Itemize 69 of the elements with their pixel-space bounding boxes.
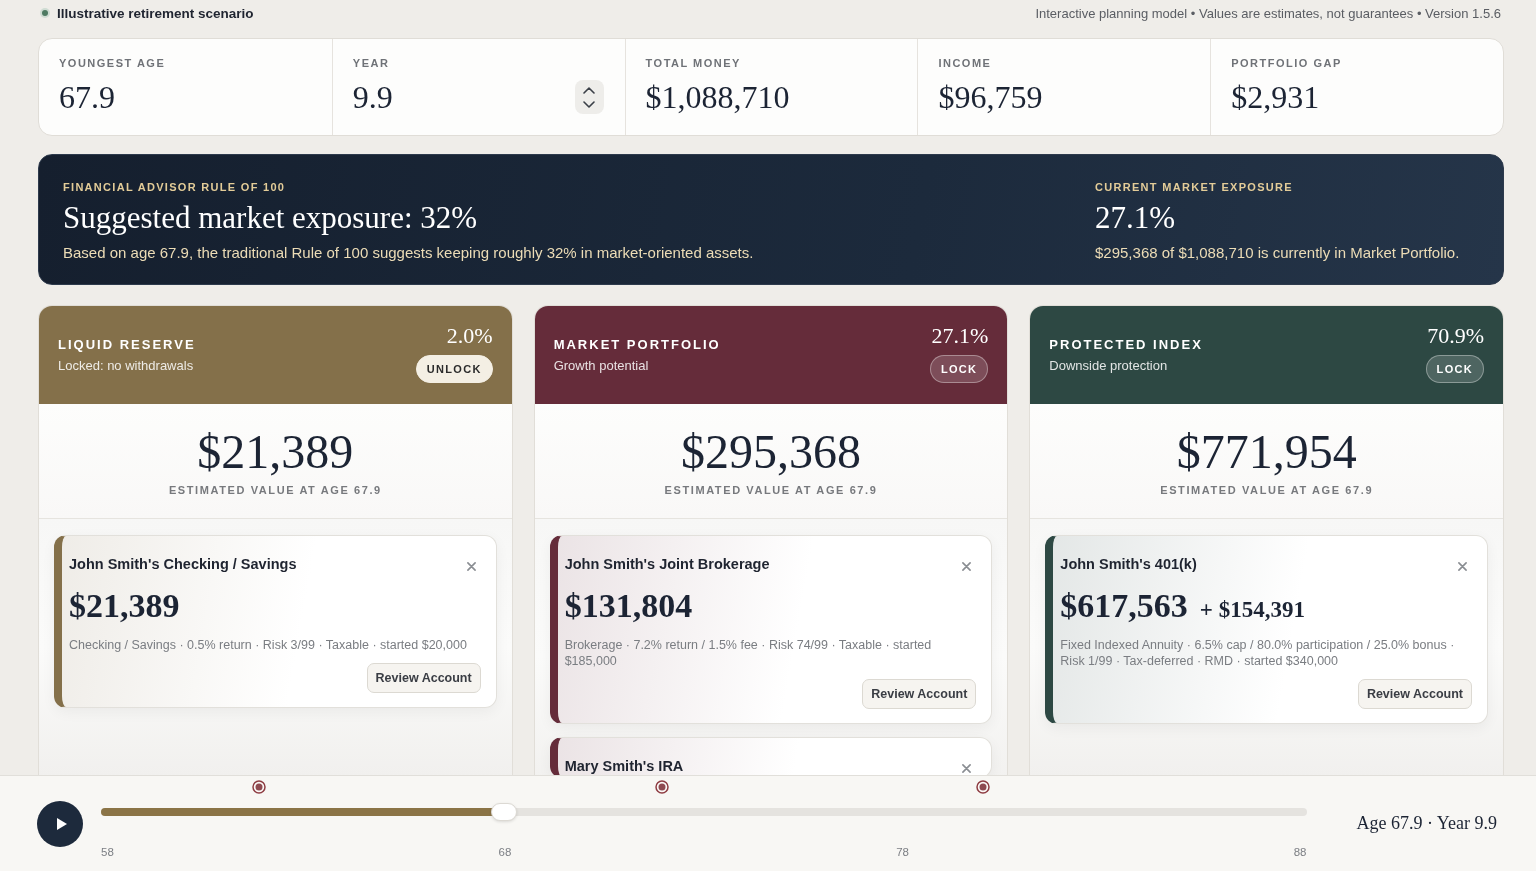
bucket-total: $21,389 <box>197 426 354 478</box>
status-dot-icon <box>40 8 50 18</box>
bucket-total-label: ESTIMATED VALUE AT AGE 67.9 <box>664 483 878 497</box>
timeline-tick-label: 78 <box>896 844 909 860</box>
bucket-total-label: ESTIMATED VALUE AT AGE 67.9 <box>1160 483 1374 497</box>
bucket-subtitle: Downside protection <box>1049 357 1168 374</box>
exposure-value: 27.1% <box>1095 200 1176 236</box>
stat-label: TOTAL MONEY <box>645 56 742 70</box>
account-value: $21,389 <box>69 588 180 624</box>
bucket-subtitle: Growth potential <box>553 357 649 374</box>
scenario-title: Illustrative retirement scenario <box>57 5 254 21</box>
timeline-tick-label: 68 <box>498 844 512 860</box>
timeline-readout: Age 67.9 · Year 9.9 <box>1356 813 1497 834</box>
timeline-tick-label: 88 <box>1293 844 1307 860</box>
account-value: $131,804 <box>564 588 693 624</box>
exposure-label: CURRENT MARKET EXPOSURE <box>1095 180 1293 194</box>
exposure-text: $295,368 of $1,088,710 is currently in Market Portfolio. <box>1095 243 1460 263</box>
account-name: John Smith's Joint Brokerage <box>564 556 770 573</box>
lock-toggle-button[interactable]: LOCK <box>1425 355 1484 383</box>
timeline-tick-label: 58 <box>101 844 114 860</box>
play-button[interactable] <box>37 800 83 847</box>
stat-value: $96,759 <box>938 80 1043 114</box>
close-icon[interactable] <box>1458 561 1467 571</box>
play-icon <box>56 817 67 830</box>
banner-heading: Suggested market exposure: 32% <box>63 200 478 236</box>
stat-value: 67.9 <box>59 80 116 114</box>
review-account-button[interactable]: Review Account <box>366 663 481 693</box>
event-marker-icon[interactable] <box>976 779 991 794</box>
close-icon[interactable] <box>962 561 972 571</box>
account-details: Brokerage · 7.2% return / 1.5% fee · Risk 74/99 · Taxable · started $185,000 <box>564 637 933 669</box>
bucket-total-label: ESTIMATED VALUE AT AGE 67.9 <box>168 483 382 497</box>
bucket-subtitle: Locked: no withdrawals <box>58 357 194 374</box>
banner-label: FINANCIAL ADVISOR RULE OF 100 <box>63 180 286 194</box>
bucket-share: 70.9% <box>1427 324 1484 348</box>
stat-value: $1,088,710 <box>645 80 790 114</box>
bucket-total: $771,954 <box>1176 426 1357 478</box>
close-icon[interactable] <box>962 763 972 773</box>
account-details: Checking / Savings · 0.5% return · Risk 3/99 · Taxable · started $20,000 <box>69 637 468 653</box>
event-marker-icon[interactable] <box>251 779 266 794</box>
account-details: Fixed Indexed Annuity · 6.5% cap / 80.0% participation / 25.0% bonus · Risk 1/99 · Tax-deferred · RMD · started $340,000 <box>1060 637 1456 669</box>
close-icon[interactable] <box>466 561 476 571</box>
stat-value: $2,931 <box>1231 80 1321 114</box>
bucket-title: MARKET PORTFOLIO <box>553 336 721 353</box>
account-name: Mary Smith's IRA <box>564 758 684 775</box>
event-marker-icon[interactable] <box>654 779 669 794</box>
stat-label: INCOME <box>938 56 993 70</box>
stat-label: PORTFOLIO GAP <box>1231 56 1342 70</box>
review-account-button[interactable]: Review Account <box>1357 679 1472 709</box>
model-disclaimer: Interactive planning model • Values are estimates, not guarantees • Version 1.5.6 <box>1035 5 1501 21</box>
chevron-down-icon[interactable] <box>583 100 596 108</box>
account-bonus: + $154,391 <box>1199 597 1305 623</box>
account-name: John Smith's Checking / Savings <box>69 556 297 573</box>
bucket-share: 27.1% <box>931 324 989 348</box>
review-account-button[interactable]: Review Account <box>862 679 977 709</box>
stat-value: 9.9 <box>352 80 393 114</box>
bucket-share: 2.0% <box>446 324 493 348</box>
lock-toggle-button[interactable]: UNLOCK <box>415 355 493 383</box>
timeline-thumb[interactable] <box>490 802 517 821</box>
banner-text: Based on age 67.9, the traditional Rule of 100 suggests keeping roughly 32% in market-oriented assets. <box>63 243 754 263</box>
bucket-title: PROTECTED INDEX <box>1049 336 1203 353</box>
stepper-control[interactable] <box>574 80 604 114</box>
stat-label: YOUNGEST AGE <box>59 56 166 70</box>
account-value: $617,563 <box>1060 588 1188 624</box>
chevron-up-icon[interactable] <box>583 86 596 94</box>
account-name: John Smith's 401(k) <box>1060 556 1197 573</box>
bucket-title: LIQUID RESERVE <box>58 336 196 353</box>
bucket-total: $295,368 <box>681 426 861 478</box>
stat-label: YEAR <box>352 56 391 70</box>
lock-toggle-button[interactable]: LOCK <box>929 355 989 383</box>
